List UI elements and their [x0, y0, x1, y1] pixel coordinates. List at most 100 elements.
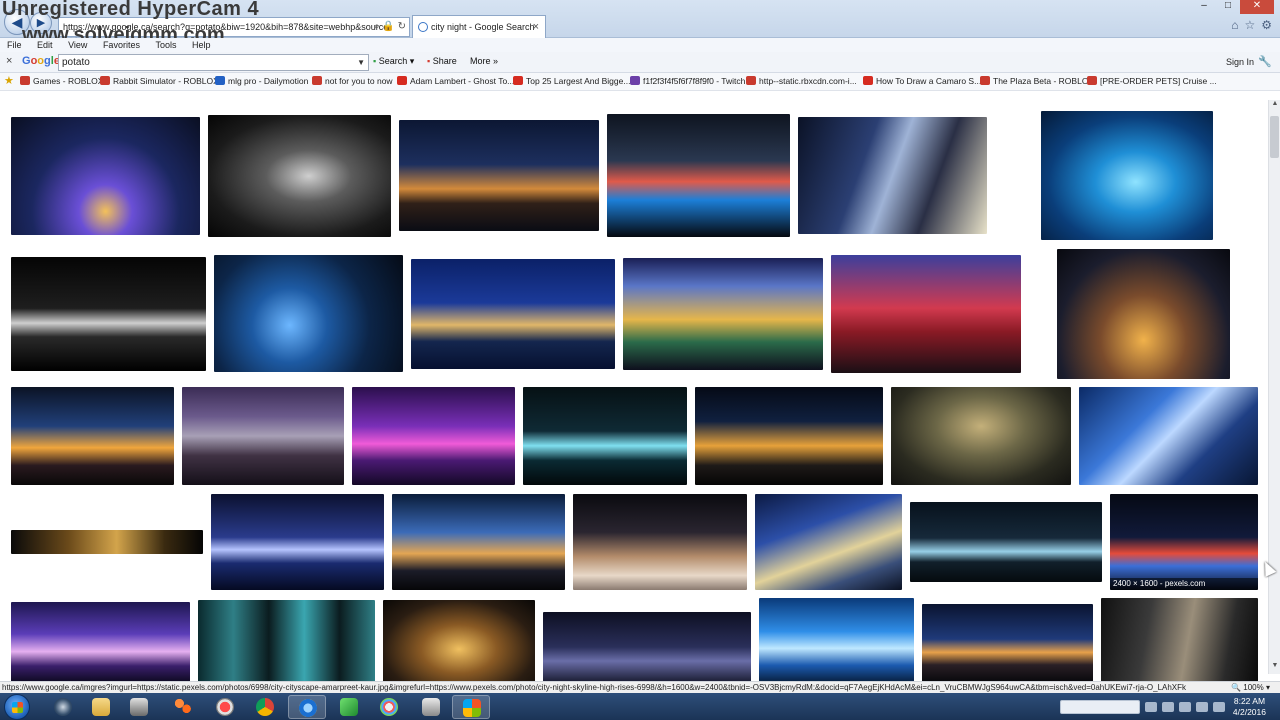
- image-result[interactable]: [1057, 249, 1230, 379]
- image-result[interactable]: [623, 258, 823, 370]
- image-result[interactable]: [1101, 598, 1258, 682]
- close-window-button[interactable]: ✕: [1240, 0, 1274, 14]
- image-result[interactable]: [11, 387, 174, 485]
- favorite-link[interactable]: mlg pro - Dailymotion: [215, 73, 308, 90]
- taskbar-chrome[interactable]: [246, 695, 284, 719]
- scroll-thumb[interactable]: [1270, 116, 1279, 158]
- image-result[interactable]: [922, 604, 1093, 682]
- tray-app-icon[interactable]: [1178, 701, 1191, 712]
- taskbar-hypercam[interactable]: [412, 695, 450, 719]
- taskbar-explorer[interactable]: [82, 695, 120, 719]
- favorite-link[interactable]: How To Draw a Camaro S...: [863, 73, 981, 90]
- image-result[interactable]: [573, 494, 747, 590]
- image-result[interactable]: [910, 502, 1102, 582]
- internet-explorer-icon: [299, 699, 317, 717]
- image-result[interactable]: [695, 387, 883, 485]
- toolbar-more-button[interactable]: More »: [470, 56, 498, 66]
- favorite-link[interactable]: Top 25 Largest And Bigge...: [513, 73, 630, 90]
- window-controls: – □ ✕: [1192, 0, 1274, 14]
- image-result[interactable]: [1041, 111, 1213, 240]
- image-result[interactable]: [831, 255, 1021, 373]
- favorite-link[interactable]: [PRE-ORDER PETS] Cruise ...: [1087, 73, 1217, 90]
- image-result[interactable]: [755, 494, 902, 590]
- toolbar-share-button[interactable]: ▪ Share: [427, 56, 457, 66]
- favorite-link[interactable]: not for you to now: [312, 73, 393, 90]
- favorite-link[interactable]: f1f2f3f4f5f6f7f8f9f0 - Twitch: [630, 73, 745, 90]
- image-result[interactable]: [543, 612, 751, 682]
- scroll-up-arrow-icon[interactable]: ▲: [1269, 100, 1280, 112]
- volume-icon[interactable]: [1212, 701, 1225, 712]
- taskbar-steam[interactable]: [44, 695, 82, 719]
- image-result[interactable]: [1079, 387, 1258, 485]
- image-result[interactable]: 2400 × 1600 - pexels.com: [1110, 494, 1258, 590]
- tray-app-icon[interactable]: [1161, 701, 1174, 712]
- maximize-button[interactable]: □: [1216, 0, 1240, 14]
- image-result[interactable]: [182, 387, 344, 485]
- taskbar-clock[interactable]: 8:22 AM 4/2/2016: [1233, 696, 1266, 718]
- image-result[interactable]: [607, 114, 790, 237]
- toolbar-search-button[interactable]: ▪ Search ▾: [373, 56, 414, 67]
- favorite-label: The Plaza Beta - ROBLOX: [993, 76, 1095, 86]
- roblox-favicon-icon: [312, 76, 322, 85]
- favorites-star-icon[interactable]: ★: [4, 73, 14, 90]
- sign-in-button[interactable]: Sign In: [1226, 57, 1254, 67]
- taskbar-internet-explorer[interactable]: [288, 695, 326, 719]
- image-result[interactable]: [759, 598, 914, 682]
- image-result[interactable]: [214, 255, 403, 372]
- minimize-button[interactable]: –: [1192, 0, 1216, 14]
- settings-gear-icon[interactable]: ⚙: [1261, 18, 1272, 32]
- favorite-link[interactable]: Adam Lambert - Ghost To...: [397, 73, 514, 90]
- favorite-link[interactable]: http--static.rbxcdn.com-i...: [746, 73, 857, 90]
- image-result[interactable]: [399, 120, 599, 231]
- page-scrollbar[interactable]: ▲ ▼: [1268, 100, 1280, 674]
- zoom-level[interactable]: 🔍 100% ▾: [1231, 682, 1270, 693]
- menu-help[interactable]: Help: [192, 40, 211, 50]
- search-icon[interactable]: ⌕: [374, 21, 380, 32]
- chevron-down-icon[interactable]: ▼: [357, 55, 365, 70]
- tray-recording-indicator[interactable]: [1059, 699, 1140, 714]
- image-result[interactable]: [11, 257, 206, 371]
- tab-city-night[interactable]: city night - Google Search ×: [412, 15, 546, 38]
- image-result[interactable]: [11, 530, 203, 554]
- image-result[interactable]: [352, 387, 515, 485]
- image-result[interactable]: [198, 600, 375, 682]
- favorite-link[interactable]: The Plaza Beta - ROBLOX: [980, 73, 1094, 90]
- image-result[interactable]: [891, 387, 1071, 485]
- toolbar-close-icon[interactable]: ×: [6, 55, 12, 67]
- favorites-star-icon[interactable]: ☆: [1244, 18, 1255, 32]
- favorite-link[interactable]: Games - ROBLOX: [20, 73, 103, 90]
- address-bar-icons[interactable]: ⌕ 🔒 ↻: [374, 18, 406, 36]
- wrench-icon[interactable]: 🔧: [1258, 55, 1272, 68]
- menu-tools[interactable]: Tools: [155, 40, 176, 50]
- network-icon[interactable]: [1195, 701, 1208, 712]
- home-icon[interactable]: ⌂: [1231, 18, 1238, 32]
- menu-favorites[interactable]: Favorites: [103, 40, 140, 50]
- image-result[interactable]: [211, 494, 384, 590]
- lock-icon[interactable]: 🔒: [382, 21, 394, 32]
- start-button[interactable]: [4, 694, 30, 720]
- taskbar-origin[interactable]: [164, 695, 202, 719]
- menu-file[interactable]: File: [7, 40, 22, 50]
- image-result[interactable]: [392, 494, 565, 590]
- taskbar-record[interactable]: [206, 695, 244, 719]
- scroll-down-arrow-icon[interactable]: ▼: [1269, 662, 1280, 674]
- taskbar-paint[interactable]: [370, 695, 408, 719]
- taskbar-roblox-studio[interactable]: [330, 695, 368, 719]
- image-result[interactable]: [208, 115, 391, 237]
- image-result[interactable]: [798, 117, 987, 234]
- tab-close-icon[interactable]: ×: [533, 16, 539, 38]
- toolbar-search-input[interactable]: potato ▼: [58, 54, 369, 71]
- image-result[interactable]: [11, 117, 200, 235]
- image-result[interactable]: [383, 600, 535, 682]
- taskbar-security[interactable]: [452, 695, 490, 719]
- favorite-link[interactable]: Rabbit Simulator - ROBLOX: [100, 73, 219, 90]
- image-result[interactable]: [411, 259, 615, 369]
- refresh-icon[interactable]: ↻: [398, 21, 406, 32]
- image-result[interactable]: [11, 602, 190, 682]
- menu-view[interactable]: View: [68, 40, 87, 50]
- tray-app-icon[interactable]: [1144, 701, 1157, 712]
- taskbar-app[interactable]: [120, 695, 158, 719]
- image-result[interactable]: [523, 387, 687, 485]
- menu-edit[interactable]: Edit: [37, 40, 53, 50]
- favorite-label: Adam Lambert - Ghost To...: [410, 76, 515, 86]
